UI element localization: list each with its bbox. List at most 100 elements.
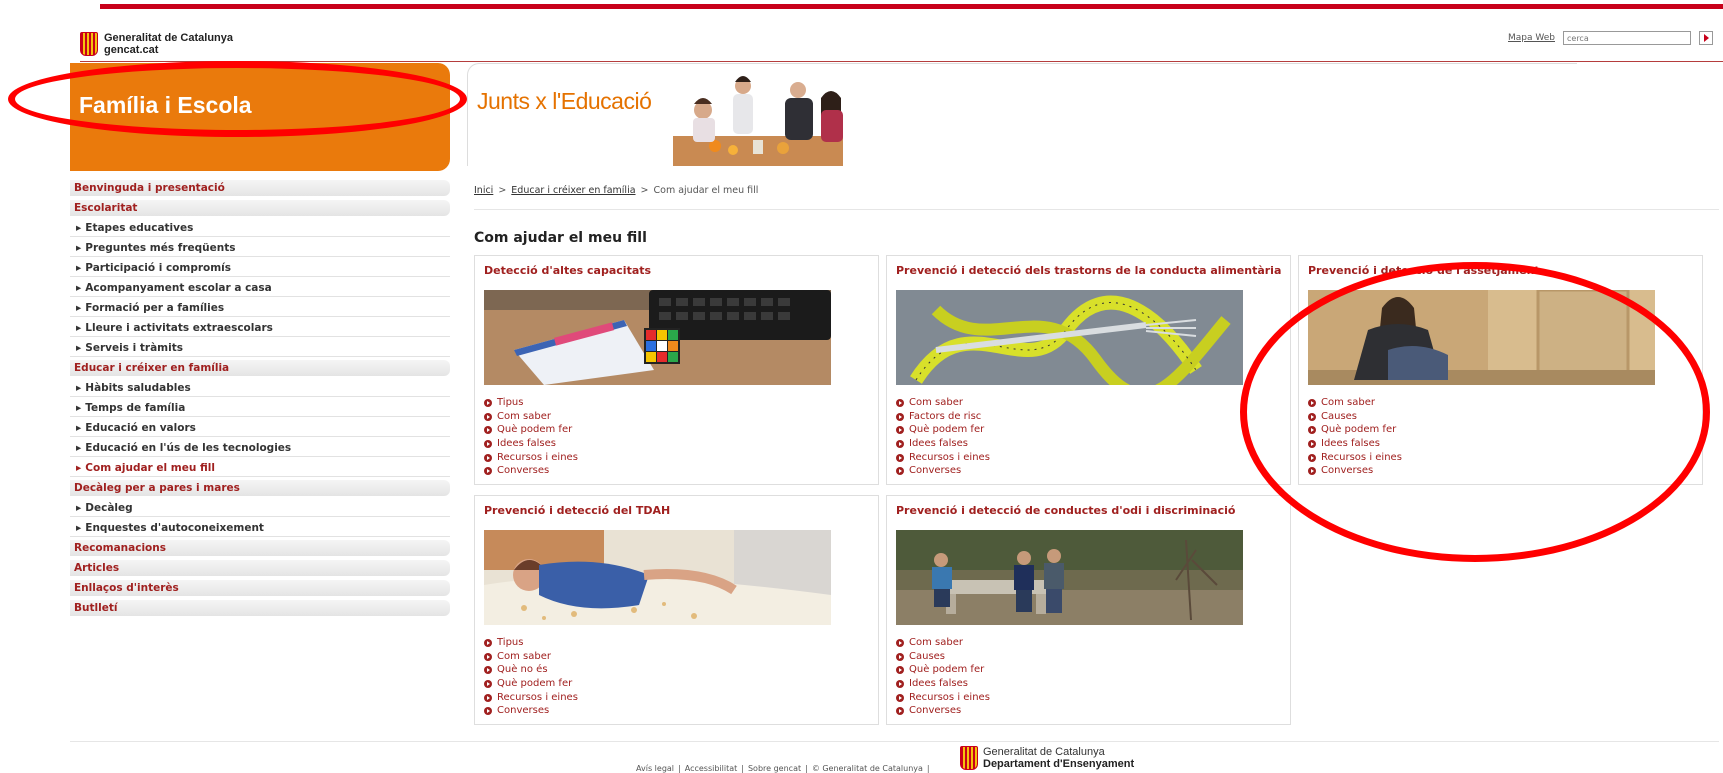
card-title[interactable]: Prevenció i detecció dels trastorns de l… [896,264,1281,277]
search-submit-button[interactable] [1699,31,1713,45]
sidebar-item-serveis[interactable]: Serveis i tràmits [70,340,450,357]
card-tdah: Prevenció i detecció del TDAH Tipus Com … [474,495,879,725]
sidebar-category-decaleg[interactable]: Decàleg per a pares i mares [70,480,450,496]
sidebar-category-articles[interactable]: Articles [70,560,450,576]
card-link[interactable]: Com saber [484,650,578,664]
card-link[interactable]: Factors de risc [896,410,990,424]
card-link-list: Com saber Causes Què podem fer Idees fal… [896,636,990,718]
sidebar-nav: Benvinguda i presentació Escolaritat Eta… [70,180,450,620]
card-link[interactable]: Idees falses [1308,437,1402,451]
sidebar-category-escolaritat[interactable]: Escolaritat [70,200,450,216]
sidebar-item-valors[interactable]: Educació en valors [70,420,450,437]
card-link[interactable]: Idees falses [484,437,578,451]
sidebar-item-temps[interactable]: Temps de família [70,400,450,417]
card-link[interactable]: Converses [896,704,990,718]
card-link[interactable]: Què podem fer [484,677,578,691]
card-link[interactable]: Recursos i eines [484,691,578,705]
header-tools: Mapa Web [1508,31,1713,45]
card-link[interactable]: Com saber [896,396,990,410]
card-link[interactable]: Causes [1308,410,1402,424]
card-title[interactable]: Prevenció i detecció del TDAH [484,504,670,517]
sidebar-category-enllacos[interactable]: Enllaços d'interès [70,580,450,596]
teens-on-bench-photo[interactable] [896,530,1243,625]
arrow-bullet-icon [896,638,904,647]
card-title[interactable]: Detecció d'altes capacitats [484,264,651,277]
card-link[interactable]: Causes [896,650,990,664]
arrow-bullet-icon [896,426,904,435]
footer-link-accessibilitat[interactable]: Accessibilitat [685,764,738,773]
sidebar-item-enquestes[interactable]: Enquestes d'autoconeixement [70,520,450,537]
sidebar-item-lleure[interactable]: Lleure i activitats extraescolars [70,320,450,337]
sidebar-item-participacio[interactable]: Participació i compromís [70,260,450,277]
sidebar-item-decaleg[interactable]: Decàleg [70,500,450,517]
card-link[interactable]: Converses [896,464,990,478]
sidebar-category-recomanacions[interactable]: Recomanacions [70,540,450,556]
arrow-bullet-icon [896,666,904,675]
card-link-list: Com saber Causes Què podem fer Idees fal… [1308,396,1402,478]
footer-links: Avís legal | Accessibilitat | Sobre gencat | ©… [636,764,930,773]
card-link[interactable]: Què podem fer [896,663,990,677]
generalitat-logo-icon [960,746,978,770]
arrow-bullet-icon [896,453,904,462]
arrow-bullet-icon [484,398,492,407]
sad-girl-sitting-photo[interactable] [1308,290,1655,385]
card-link[interactable]: Converses [484,704,578,718]
card-assetjament: Prevenció i detecció de l'assetjament Co… [1298,255,1703,485]
sidebar-item-formacio[interactable]: Formació per a famílies [70,300,450,317]
card-link[interactable]: Tipus [484,636,578,650]
arrow-bullet-icon [1308,426,1316,435]
sidebar-item-acompanyament[interactable]: Acompanyament escolar a casa [70,280,450,297]
card-link[interactable]: Converses [484,464,578,478]
arrow-bullet-icon [484,412,492,421]
sidebar-category-butlleti[interactable]: Butlletí [70,600,450,616]
sidebar-category-educar[interactable]: Educar i créixer en família [70,360,450,376]
arrow-bullet-icon [896,693,904,702]
sidebar-item-habits[interactable]: Hàbits saludables [70,380,450,397]
card-link[interactable]: Què podem fer [1308,423,1402,437]
measuring-tape-fork-photo[interactable] [896,290,1243,385]
desk-notebook-rubik-cube-photo[interactable] [484,290,831,385]
card-link[interactable]: Recursos i eines [1308,451,1402,465]
arrow-bullet-icon [1308,453,1316,462]
arrow-bullet-icon [484,453,492,462]
child-lying-on-bed-photo[interactable] [484,530,831,625]
sidebar-item-com-ajudar[interactable]: Com ajudar el meu fill [70,460,450,477]
card-title[interactable]: Prevenció i detecció de conductes d'odi … [896,504,1235,517]
card-link[interactable]: Com saber [484,410,578,424]
breadcrumb: Inici > Educar i créixer en família > Com aj… [474,185,758,196]
arrow-bullet-icon [484,666,492,675]
brand-line2: gencat.cat [104,44,159,56]
card-link[interactable]: Recursos i eines [896,691,990,705]
card-link[interactable]: Què podem fer [896,423,990,437]
sidebar-item-etapes[interactable]: Etapes educatives [70,220,450,237]
card-link[interactable]: Què no és [484,663,578,677]
header-divider [80,61,1723,62]
footer-link-sobre-gencat[interactable]: Sobre gencat [748,764,801,773]
play-arrow-icon [1703,34,1709,42]
arrow-bullet-icon [1308,439,1316,448]
card-link[interactable]: Converses [1308,464,1402,478]
card-link[interactable]: Com saber [896,636,990,650]
footer-link-avis-legal[interactable]: Avís legal [636,764,674,773]
card-link[interactable]: Recursos i eines [484,451,578,465]
banner: Junts x l'Educació [467,63,1577,166]
gencat-brand[interactable]: Generalitat de Catalunya gencat.cat [80,32,233,56]
sidebar-category-benvinguda[interactable]: Benvinguda i presentació [70,180,450,196]
sidebar-item-tecnologies[interactable]: Educació en l'ús de les tecnologies [70,440,450,457]
search-input[interactable] [1563,31,1691,45]
breadcrumb-parent-link[interactable]: Educar i créixer en família [511,185,635,196]
card-title[interactable]: Prevenció i detecció de l'assetjament [1308,264,1540,277]
card-link[interactable]: Com saber [1308,396,1402,410]
footer-brand[interactable]: Generalitat de Catalunya Departament d'E… [960,746,1134,770]
card-link[interactable]: Què podem fer [484,423,578,437]
mapa-web-link[interactable]: Mapa Web [1508,33,1555,43]
sidebar-item-preguntes[interactable]: Preguntes més freqüents [70,240,450,257]
card-link[interactable]: Idees falses [896,677,990,691]
card-link[interactable]: Tipus [484,396,578,410]
card-link[interactable]: Recursos i eines [896,451,990,465]
card-link-list: Tipus Com saber Què podem fer Idees fals… [484,396,578,478]
breadcrumb-separator: > [498,185,507,196]
breadcrumb-separator: > [640,185,649,196]
card-link[interactable]: Idees falses [896,437,990,451]
breadcrumb-home-link[interactable]: Inici [474,185,493,196]
